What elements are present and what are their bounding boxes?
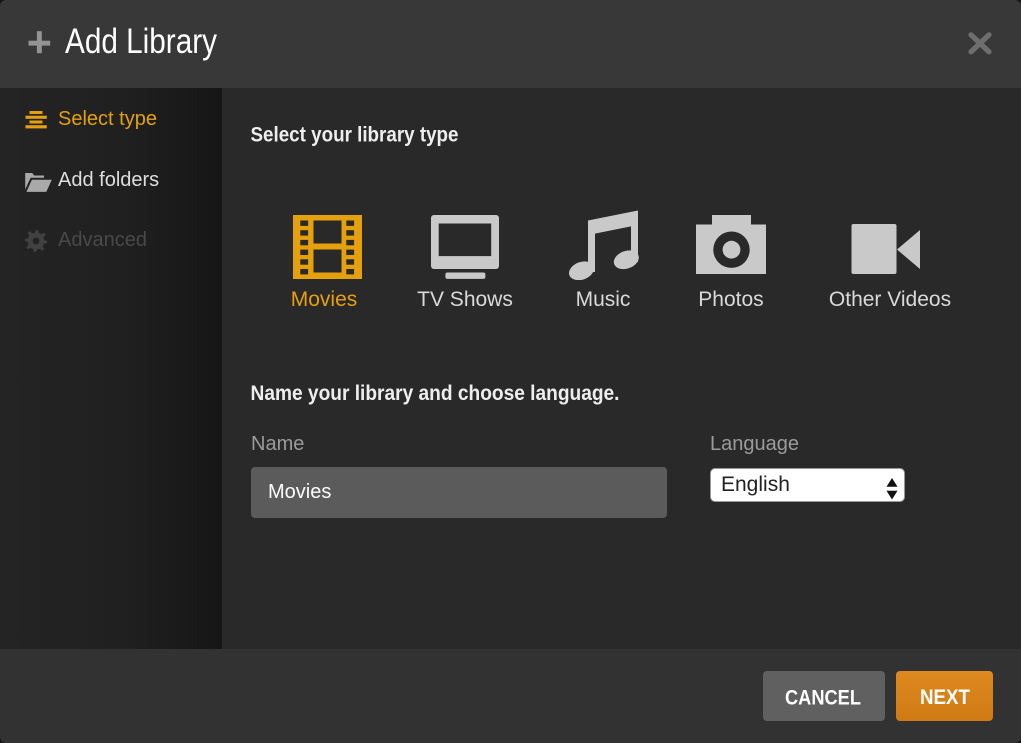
svg-text:CANCEL: CANCEL [785,686,861,710]
svg-text:Name your library and choose l: Name your library and choose language. [251,381,620,405]
svg-text:NEXT: NEXT [920,685,970,709]
svg-text:Select your library type: Select your library type [251,123,459,147]
